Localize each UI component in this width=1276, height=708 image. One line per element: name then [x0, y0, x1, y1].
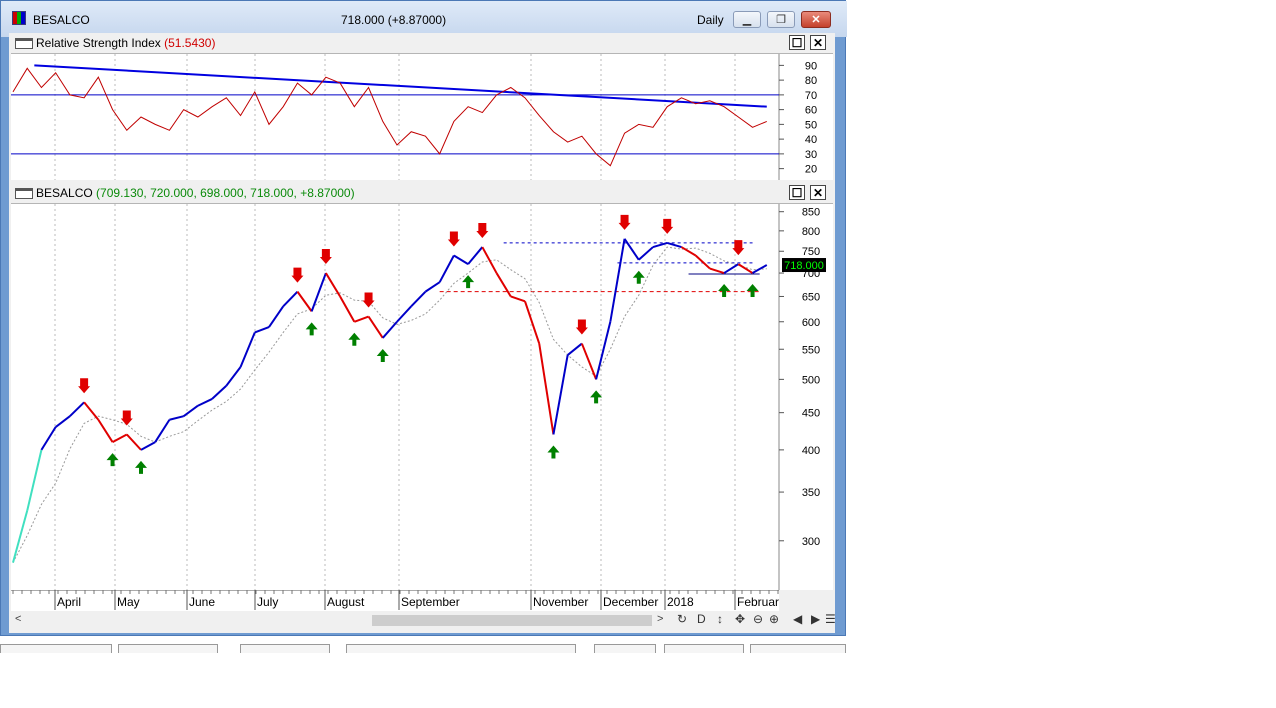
month-label: August — [327, 595, 365, 609]
value-tick-label: 60 — [805, 105, 817, 117]
status-cell — [594, 644, 656, 653]
vertical-zoom-icon[interactable]: ↕ — [717, 612, 723, 626]
pane-icon — [15, 188, 33, 199]
period-label: Daily — [697, 13, 724, 27]
value-tick-label: 850 — [802, 207, 820, 219]
refresh-icon[interactable]: ↻ — [677, 612, 687, 626]
value-tick-label: 40 — [805, 134, 817, 146]
value-tick-label: 50 — [805, 119, 817, 131]
rsi-value: (51.5430) — [164, 36, 216, 50]
month-label: July — [257, 595, 278, 609]
last-price-tag: 718.000 — [784, 260, 824, 272]
period-d-icon[interactable]: D — [697, 612, 706, 626]
month-label: April — [57, 595, 81, 609]
value-tick-label: 20 — [805, 164, 817, 176]
minimize-button[interactable]: ▁ — [733, 11, 761, 28]
chart-client-area: Relative Strength Index (51.5430) ☐ ✕ 90… — [9, 33, 836, 633]
rsi-title-text: Relative Strength Index — [36, 36, 161, 50]
minimize-icon: ▁ — [742, 14, 752, 26]
zoom-in-icon[interactable]: ⊕ — [769, 612, 779, 626]
rsi-chart[interactable]: 90 80 70 60 50 40 30 20 — [11, 54, 833, 180]
status-cell — [118, 644, 218, 653]
price-pane-header: BESALCO (709.130, 720.000, 698.000, 718.… — [11, 183, 833, 204]
app-chart-icon — [12, 11, 26, 25]
rsi-pane-title: Relative Strength Index (51.5430) — [36, 36, 215, 50]
rsi-close-button[interactable]: ✕ — [810, 35, 826, 50]
month-label: June — [189, 595, 215, 609]
price-maximize-button[interactable]: ☐ — [789, 185, 805, 200]
value-axis-background — [779, 54, 833, 180]
zoom-out-icon[interactable]: ⊖ — [753, 612, 763, 626]
value-tick-label: 550 — [802, 344, 820, 356]
scroll-left-icon[interactable]: < — [15, 613, 21, 625]
pan-icon[interactable]: ✥ — [735, 612, 745, 626]
close-pane-icon: ✕ — [812, 35, 824, 50]
pane-icon — [15, 38, 33, 49]
scrollbar-thumb[interactable] — [372, 615, 652, 626]
close-icon: ✕ — [811, 14, 821, 26]
rsi-pane-header: Relative Strength Index (51.5430) ☐ ✕ — [11, 33, 833, 54]
status-cell — [664, 644, 744, 653]
menu-icon[interactable]: ☰ — [825, 612, 836, 626]
price-close-button[interactable]: ✕ — [810, 185, 826, 200]
plot-background — [11, 54, 779, 180]
value-tick-label: 70 — [805, 90, 817, 102]
value-tick-label: 90 — [805, 60, 817, 72]
plot-background — [11, 204, 779, 590]
step-back-icon[interactable]: ◀ — [793, 612, 802, 626]
quote-summary: 718.000 (+8.87000) — [341, 13, 447, 27]
month-label: Februar — [737, 595, 779, 609]
ohlc-values: (709.130, 720.000, 698.000, 718.000, +8.… — [96, 186, 355, 200]
maximize-icon: ☐ — [791, 35, 803, 50]
month-label: November — [533, 595, 588, 609]
value-tick-label: 600 — [802, 317, 820, 329]
month-label: September — [401, 595, 460, 609]
step-forward-icon[interactable]: ▶ — [811, 612, 820, 626]
value-tick-label: 500 — [802, 374, 820, 386]
status-cell — [750, 644, 846, 653]
close-pane-icon: ✕ — [812, 185, 824, 200]
month-label: 2018 — [667, 595, 694, 609]
value-tick-label: 80 — [805, 75, 817, 87]
price-title-text: BESALCO — [36, 186, 93, 200]
date-axis: April May June July August September November D… — [11, 590, 779, 611]
month-label: May — [117, 595, 140, 609]
month-label: December — [603, 595, 658, 609]
restore-icon: ❐ — [776, 14, 786, 26]
value-tick-label: 30 — [805, 149, 817, 161]
title-bar[interactable]: BESALCO 718.000 (+8.87000) Daily ▁ ❐ ✕ — [1, 1, 847, 37]
maximize-icon: ☐ — [791, 185, 803, 200]
status-bar — [0, 640, 846, 654]
value-tick-label: 350 — [802, 487, 820, 499]
value-tick-label: 450 — [802, 408, 820, 420]
value-tick-label: 650 — [802, 291, 820, 303]
status-cell — [0, 644, 112, 653]
color-palette[interactable] — [240, 644, 330, 653]
scroll-right-icon[interactable]: > — [657, 613, 663, 625]
restore-button[interactable]: ❐ — [767, 11, 795, 28]
value-tick-label: 300 — [802, 536, 820, 548]
value-tick-label: 750 — [802, 246, 820, 258]
value-tick-label: 800 — [802, 226, 820, 238]
close-button[interactable]: ✕ — [801, 11, 831, 28]
rsi-maximize-button[interactable]: ☐ — [789, 35, 805, 50]
window-title: BESALCO — [33, 13, 90, 27]
drawing-tools[interactable] — [346, 644, 576, 653]
price-pane-title: BESALCO (709.130, 720.000, 698.000, 718.… — [36, 186, 355, 200]
horizontal-scrollbar[interactable]: < > ↻ D ↕ ✥ ⊖ ⊕ ◀ ▶ ☰ — [11, 611, 836, 629]
value-tick-label: 400 — [802, 445, 820, 457]
price-chart[interactable]: 850800750700650600550500450400350300718.… — [11, 204, 833, 590]
chart-window: BESALCO 718.000 (+8.87000) Daily ▁ ❐ ✕ R… — [0, 0, 847, 636]
